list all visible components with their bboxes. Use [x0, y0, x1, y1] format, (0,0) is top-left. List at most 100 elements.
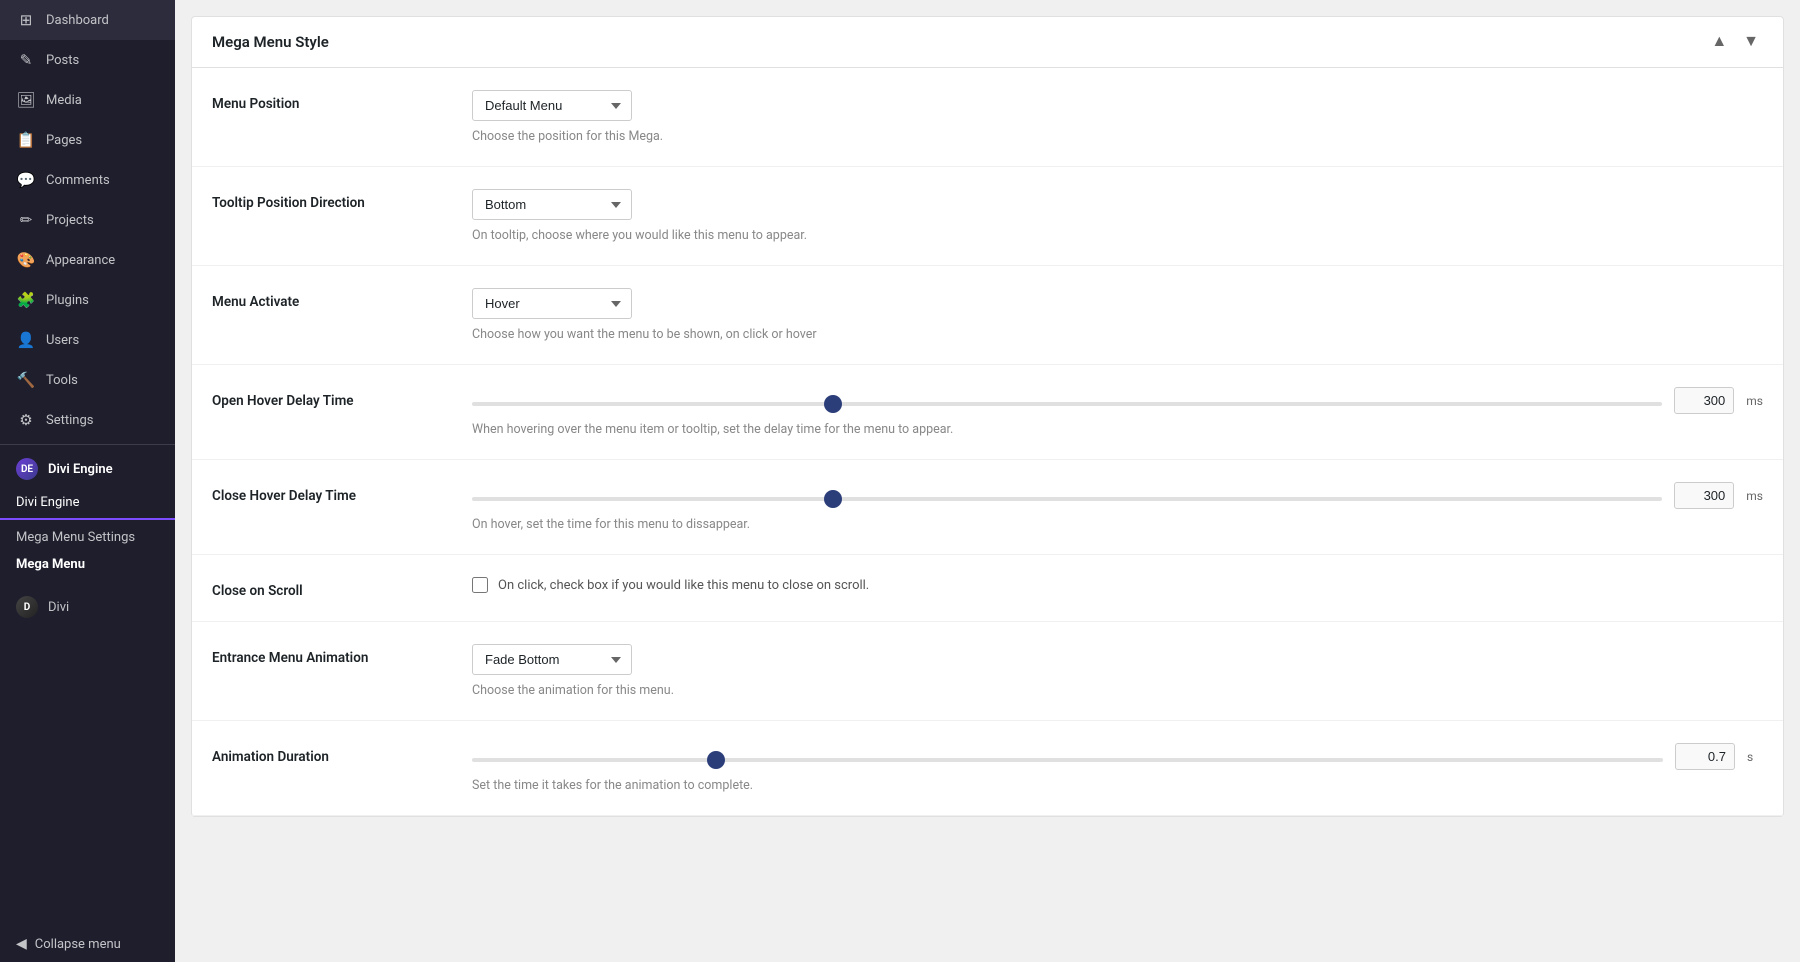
panel-header: Mega Menu Style ▲ ▼ — [192, 17, 1783, 68]
settings-control-tooltip-position-direction: BottomTopLeftRight On tooltip, choose whe… — [472, 189, 1763, 243]
settings-icon: ⚙ — [16, 410, 36, 430]
description-menu-position: Choose the position for this Mega. — [472, 129, 1763, 144]
description-open-hover-delay: When hovering over the menu item or tool… — [472, 422, 1763, 437]
sidebar-item-appearance[interactable]: 🎨 Appearance — [0, 240, 175, 280]
sidebar: ⊞ Dashboard ✎ Posts 🖼 Media 📋 Pages 💬 Co… — [0, 0, 175, 962]
sidebar-item-label: Comments — [46, 173, 110, 188]
settings-panel: Mega Menu Style ▲ ▼ Menu PositionDefault… — [191, 16, 1784, 817]
panel-controls: ▲ ▼ — [1707, 31, 1763, 53]
main-content: Mega Menu Style ▲ ▼ Menu PositionDefault… — [175, 0, 1800, 962]
mega-menu-settings-label: Mega Menu Settings — [16, 530, 135, 545]
slider-row-close-hover-delay: ms — [472, 482, 1763, 509]
settings-rows: Menu PositionDefault MenuTopBottomLeftRi… — [192, 68, 1783, 816]
settings-control-menu-activate: HoverClick Choose how you want the menu t… — [472, 288, 1763, 342]
media-icon: 🖼 — [16, 90, 36, 110]
settings-control-open-hover-delay: ms When hovering over the menu item or to… — [472, 387, 1763, 437]
sidebar-item-posts[interactable]: ✎ Posts — [0, 40, 175, 80]
range-input-animation-duration[interactable] — [472, 758, 1663, 762]
settings-row-close-on-scroll: Close on ScrollOn click, check box if yo… — [192, 555, 1783, 622]
settings-control-close-on-scroll: On click, check box if you would like th… — [472, 577, 1763, 593]
pages-icon: 📋 — [16, 130, 36, 150]
panel-title: Mega Menu Style — [212, 33, 329, 51]
dashboard-icon: ⊞ — [16, 10, 36, 30]
unit-close-hover-delay: ms — [1746, 489, 1763, 503]
settings-label-animation-duration: Animation Duration — [212, 743, 472, 765]
settings-row-open-hover-delay: Open Hover Delay Time ms When hovering ove… — [192, 365, 1783, 460]
value-box-animation-duration[interactable] — [1675, 743, 1735, 770]
description-tooltip-position-direction: On tooltip, choose where you would like … — [472, 228, 1763, 243]
divi-icon: D — [16, 596, 38, 618]
collapse-menu-label: Collapse menu — [35, 937, 121, 952]
settings-control-menu-position: Default MenuTopBottomLeftRight Choose the… — [472, 90, 1763, 144]
range-input-open-hover-delay[interactable] — [472, 402, 1662, 406]
users-icon: 👤 — [16, 330, 36, 350]
sidebar-item-media[interactable]: 🖼 Media — [0, 80, 175, 120]
settings-control-entrance-menu-animation: Fade BottomFade TopFade LeftFade RightNo… — [472, 644, 1763, 698]
sidebar-item-comments[interactable]: 💬 Comments — [0, 160, 175, 200]
tools-icon: 🔨 — [16, 370, 36, 390]
checkbox-row-close-on-scroll: On click, check box if you would like th… — [472, 577, 1763, 593]
posts-icon: ✎ — [16, 50, 36, 70]
settings-row-close-hover-delay: Close Hover Delay TimemsOn hover, set th… — [192, 460, 1783, 555]
collapse-icon: ◀ — [16, 936, 27, 952]
sidebar-item-label: Projects — [46, 213, 94, 228]
sidebar-item-dashboard[interactable]: ⊞ Dashboard — [0, 0, 175, 40]
projects-icon: ✏ — [16, 210, 36, 230]
slider-row-open-hover-delay: ms — [472, 387, 1763, 414]
select-menu-activate[interactable]: HoverClick — [472, 288, 632, 319]
settings-row-menu-position: Menu PositionDefault MenuTopBottomLeftRi… — [192, 68, 1783, 167]
divi-label: Divi — [48, 600, 69, 615]
sidebar-item-users[interactable]: 👤 Users — [0, 320, 175, 360]
unit-animation-duration: s — [1747, 750, 1763, 764]
description-close-hover-delay: On hover, set the time for this menu to … — [472, 517, 1763, 532]
unit-open-hover-delay: ms — [1746, 394, 1763, 408]
sidebar-item-divi[interactable]: D Divi — [0, 586, 175, 628]
settings-row-entrance-menu-animation: Entrance Menu AnimationFade BottomFade T… — [192, 622, 1783, 721]
sidebar-item-divi-engine-main[interactable]: DE Divi Engine — [0, 449, 175, 489]
slider-container-open-hover-delay — [472, 391, 1662, 410]
settings-label-open-hover-delay: Open Hover Delay Time — [212, 387, 472, 409]
settings-label-menu-activate: Menu Activate — [212, 288, 472, 310]
checkbox-close-on-scroll[interactable] — [472, 577, 488, 593]
settings-label-close-on-scroll: Close on Scroll — [212, 577, 472, 599]
sidebar-item-label: Pages — [46, 133, 82, 148]
select-tooltip-position-direction[interactable]: BottomTopLeftRight — [472, 189, 632, 220]
select-entrance-menu-animation[interactable]: Fade BottomFade TopFade LeftFade RightNo… — [472, 644, 632, 675]
sidebar-item-plugins[interactable]: 🧩 Plugins — [0, 280, 175, 320]
slider-container-animation-duration — [472, 747, 1663, 766]
sidebar-item-label: Appearance — [46, 253, 115, 268]
sidebar-item-projects[interactable]: ✏ Projects — [0, 200, 175, 240]
settings-row-menu-activate: Menu ActivateHoverClick Choose how you wa… — [192, 266, 1783, 365]
mega-menu-label: Mega Menu — [16, 557, 85, 572]
description-entrance-menu-animation: Choose the animation for this menu. — [472, 683, 1763, 698]
sidebar-item-divi-engine-sub[interactable]: Divi Engine — [0, 489, 175, 520]
sidebar-item-pages[interactable]: 📋 Pages — [0, 120, 175, 160]
sidebar-item-label: Divi Engine — [48, 462, 113, 477]
settings-row-tooltip-position-direction: Tooltip Position DirectionBottomTopLeftR… — [192, 167, 1783, 266]
range-input-close-hover-delay[interactable] — [472, 497, 1662, 501]
plugins-icon: 🧩 — [16, 290, 36, 310]
divi-engine-sub-label: Divi Engine — [16, 495, 79, 510]
sidebar-item-label: Dashboard — [46, 13, 109, 28]
value-box-close-hover-delay[interactable] — [1674, 482, 1734, 509]
description-menu-activate: Choose how you want the menu to be shown… — [472, 327, 1763, 342]
panel-up-button[interactable]: ▲ — [1707, 31, 1731, 53]
panel-down-button[interactable]: ▼ — [1739, 31, 1763, 53]
collapse-menu-item[interactable]: ◀ Collapse menu — [0, 926, 175, 962]
sidebar-item-label: Settings — [46, 413, 93, 428]
sidebar-item-label: Media — [46, 93, 82, 108]
settings-label-entrance-menu-animation: Entrance Menu Animation — [212, 644, 472, 666]
sidebar-item-mega-menu-settings[interactable]: Mega Menu Settings — [0, 520, 175, 551]
sidebar-item-mega-menu[interactable]: Mega Menu — [0, 551, 175, 582]
slider-container-close-hover-delay — [472, 486, 1662, 505]
sidebar-item-label: Plugins — [46, 293, 89, 308]
divi-engine-main-icon: DE — [16, 458, 38, 480]
sidebar-item-tools[interactable]: 🔨 Tools — [0, 360, 175, 400]
select-menu-position[interactable]: Default MenuTopBottomLeftRight — [472, 90, 632, 121]
description-animation-duration: Set the time it takes for the animation … — [472, 778, 1763, 793]
settings-label-tooltip-position-direction: Tooltip Position Direction — [212, 189, 472, 211]
value-box-open-hover-delay[interactable] — [1674, 387, 1734, 414]
settings-label-menu-position: Menu Position — [212, 90, 472, 112]
appearance-icon: 🎨 — [16, 250, 36, 270]
sidebar-item-settings[interactable]: ⚙ Settings — [0, 400, 175, 440]
